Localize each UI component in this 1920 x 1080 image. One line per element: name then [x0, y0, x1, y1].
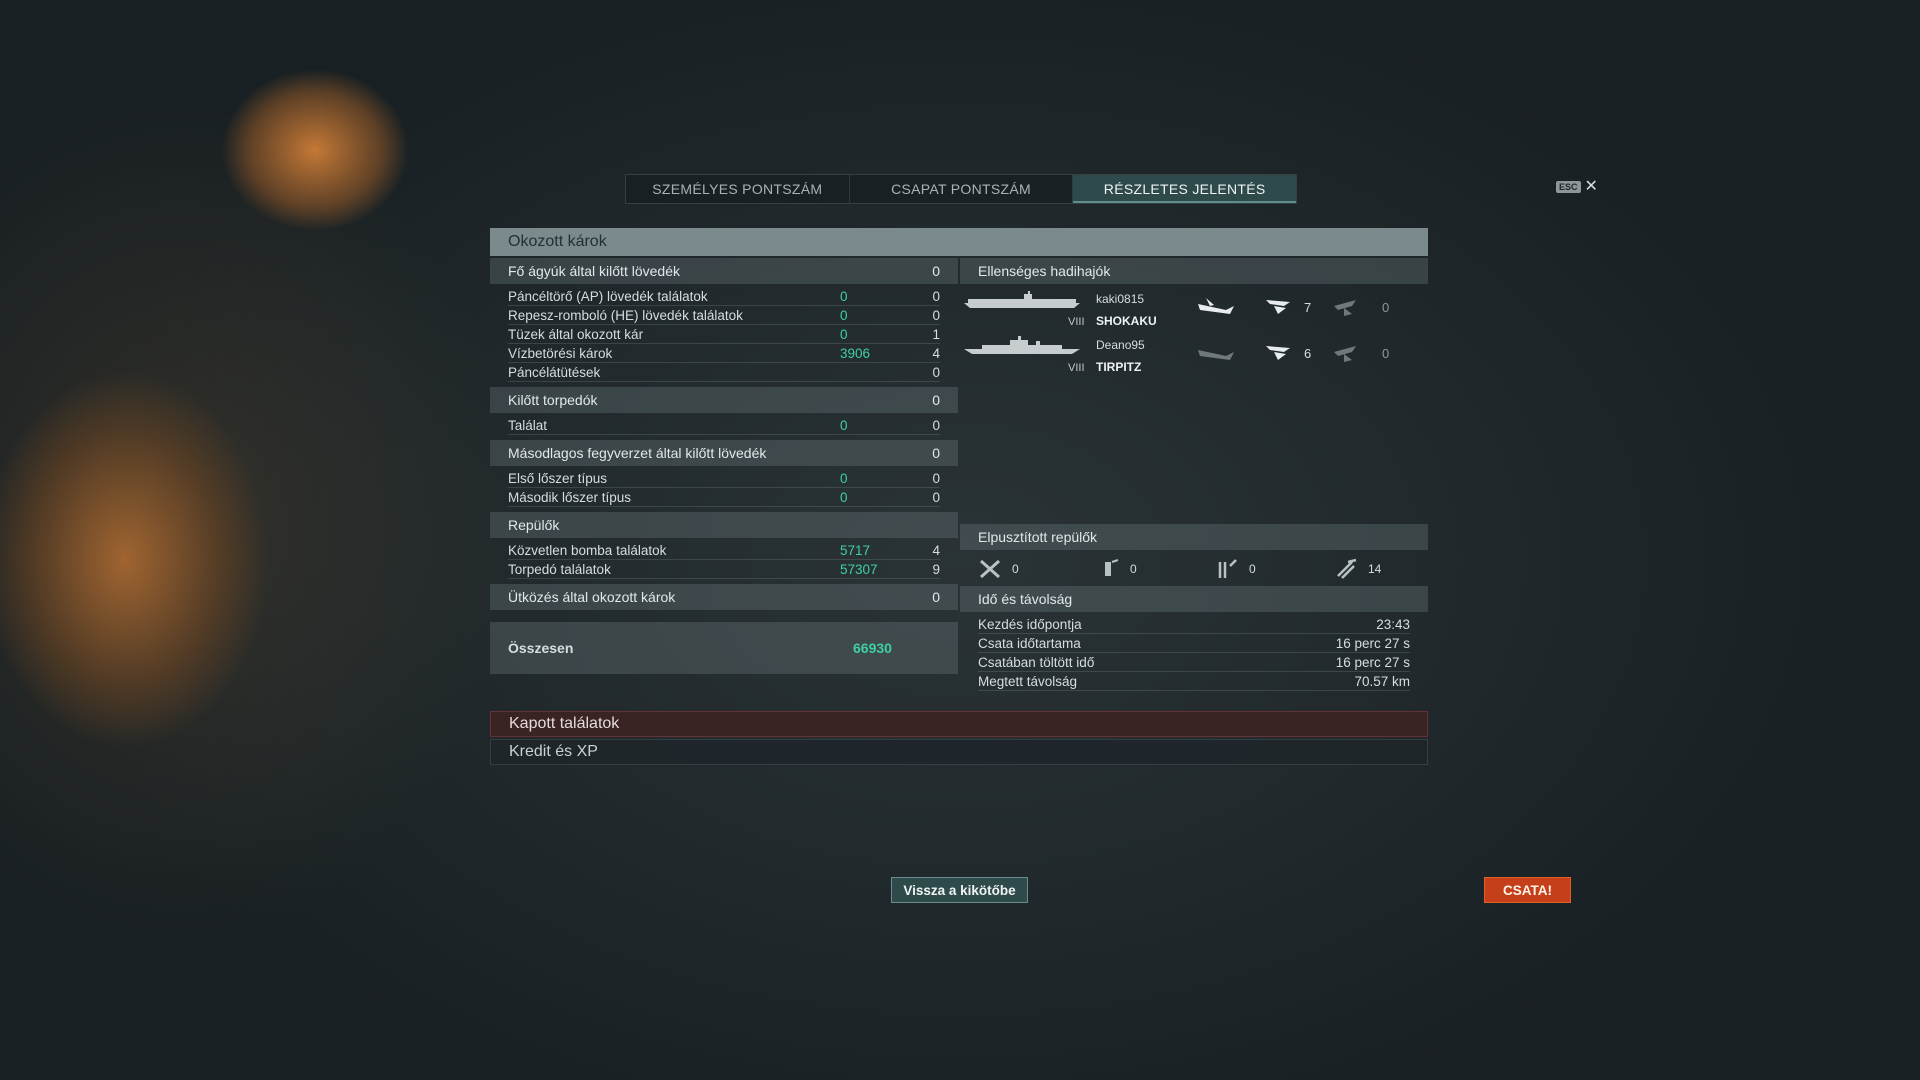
stat-row: Torpedó találatok 57307 9 — [508, 560, 940, 579]
section-enemy-ships: Ellenséges hadihajók — [960, 258, 1428, 284]
player-name: kaki0815 — [1096, 292, 1145, 306]
stat-row: Páncélátütések 0 — [508, 363, 940, 382]
battle-button[interactable]: CSATA! — [1484, 877, 1571, 903]
tab-detailed-report[interactable]: RÉSZLETES JELENTÉS — [1073, 175, 1297, 203]
aircraft-hit-icon — [1266, 346, 1290, 360]
section-main-guns: Fő ágyúk által kilőtt lövedék 0 — [490, 258, 958, 284]
tab-personal-score[interactable]: SZEMÉLYES PONTSZÁM — [626, 175, 850, 203]
tab-bar: SZEMÉLYES PONTSZÁM CSAPAT PONTSZÁM RÉSZL… — [625, 174, 1297, 204]
stat-row: Első lőszer típus 0 0 — [508, 469, 940, 488]
planes-destroyed-row: 0 0 0 14 — [960, 550, 1428, 586]
stat-row: Második lőszer típus 0 0 — [508, 488, 940, 507]
player-name: Deano95 — [1096, 338, 1145, 352]
ship-damaged-icon — [1198, 350, 1234, 360]
battleship-silhouette-icon — [964, 336, 1080, 354]
plane-stat: 0 — [1096, 558, 1137, 580]
enemy-ship-row[interactable]: VIII kaki0815 SHOKAKU 7 0 — [960, 286, 1428, 332]
tab-team-score[interactable]: CSAPAT PONTSZÁM — [850, 175, 1074, 203]
enemy-ship-list: VIII kaki0815 SHOKAKU 7 0 VIII Deano95 T… — [960, 284, 1428, 524]
section-aircraft: Repülők — [490, 512, 958, 538]
section-value: 0 — [932, 263, 940, 279]
fighter-icon — [980, 559, 1000, 579]
ship-name: SHOKAKU — [1096, 314, 1157, 328]
ship-name: TIRPITZ — [1096, 360, 1142, 374]
dive-bomber-icon — [1337, 558, 1357, 579]
stat-row: Vízbetörési károk 3906 4 — [508, 344, 940, 363]
stat-row: Páncéltörő (AP) lövedék találatok 0 0 — [508, 287, 940, 306]
esc-key-badge: ESC — [1556, 181, 1581, 193]
torpedo-bomber-icon — [1218, 559, 1237, 578]
plane-stat: 0 — [978, 558, 1019, 580]
ship-sunk-icon — [1198, 298, 1234, 314]
aircraft-destroyed-icon — [1334, 346, 1356, 362]
stat-row: Csata időtartama 16 perc 27 s — [978, 634, 1410, 653]
damage-dealt-column: Fő ágyúk által kilőtt lövedék 0 Páncéltö… — [490, 258, 958, 674]
section-torpedoes: Kilőtt torpedók 0 — [490, 387, 958, 413]
stat-row: Repesz-romboló (HE) lövedék találatok 0 0 — [508, 306, 940, 325]
stat-row: Kezdés időpontja 23:43 — [978, 615, 1410, 634]
stat-row: Közvetlen bomba találatok 5717 4 — [508, 541, 940, 560]
stat-row: Tüzek által okozott kár 0 1 — [508, 325, 940, 344]
section-ramming: Ütközés által okozott károk 0 — [490, 584, 958, 610]
details-column: Ellenséges hadihajók VIII kaki0815 SHOKA… — [960, 258, 1428, 696]
back-to-port-button[interactable]: Vissza a kikötőbe — [891, 877, 1028, 903]
close-button[interactable]: ESC ✕ — [1556, 179, 1598, 195]
section-label: Fő ágyúk által kilőtt lövedék — [508, 263, 680, 279]
stat-row: Csatában töltött idő 16 perc 27 s — [978, 653, 1410, 672]
carrier-silhouette-icon — [964, 291, 1080, 308]
section-secondary: Másodlagos fegyverzet által kilőtt löved… — [490, 440, 958, 466]
aircraft-hit-icon — [1266, 300, 1290, 314]
enemy-ship-row[interactable]: VIII Deano95 TIRPITZ 6 0 — [960, 332, 1428, 378]
aircraft-destroyed-icon — [1334, 300, 1356, 316]
bomber-icon — [1105, 559, 1119, 576]
close-icon[interactable]: ✕ — [1585, 179, 1598, 195]
stat-row: Megtett távolság 70.57 km — [978, 672, 1410, 691]
stat-row: Találat 0 0 — [508, 416, 940, 435]
plane-stat: 0 — [1215, 558, 1256, 580]
section-planes-destroyed: Elpusztított repülők — [960, 524, 1428, 550]
plane-stat: 14 — [1334, 558, 1381, 580]
section-time-distance: Idő és távolság — [960, 586, 1428, 612]
received-hits-section[interactable]: Kapott találatok — [490, 711, 1428, 737]
credits-xp-section[interactable]: Kredit és XP — [490, 739, 1428, 765]
total-damage: Összesen 66930 — [490, 622, 958, 674]
panel-title: Okozott károk — [490, 228, 1428, 256]
